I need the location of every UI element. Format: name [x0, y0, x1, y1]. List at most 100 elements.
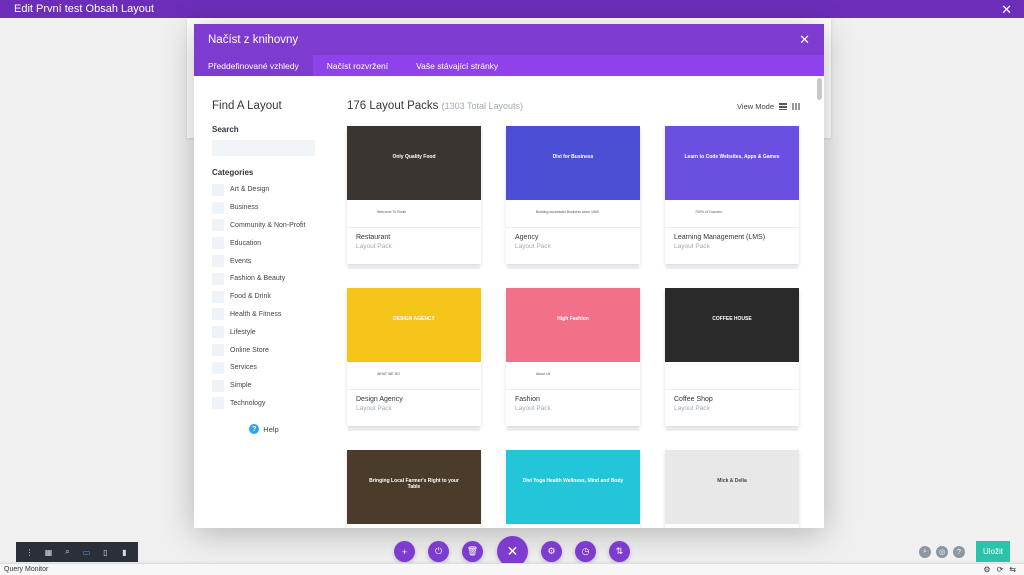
query-monitor-label[interactable]: Query Monitor	[4, 566, 48, 573]
thumbnail-subtext: WHAT WE DO	[377, 372, 400, 376]
zoom-icon[interactable]: ⌕	[61, 545, 75, 559]
swap-icon[interactable]: ⇆	[1009, 565, 1016, 574]
trash-icon[interactable]: 🗑	[462, 541, 483, 562]
layout-card[interactable]: Divi for Business Building successful Bus…	[506, 126, 640, 264]
category-label: Health & Fitness	[230, 310, 282, 318]
save-button[interactable]: Uložit	[976, 541, 1010, 562]
category-art-design[interactable]: Art & Design	[212, 181, 316, 199]
category-business[interactable]: Business	[212, 199, 316, 217]
layout-thumbnail: DESIGN AGENCY	[347, 288, 481, 362]
tablet-icon[interactable]: ▯	[99, 545, 113, 559]
builder-title-bar: Edit První test Obsah Layout ✕	[0, 0, 1024, 18]
thumbnail-headline: Bringing Local Farmer's Right to your Ta…	[369, 478, 459, 490]
layout-card[interactable]: DESIGN AGENCY WHAT WE DO Design Agency Layo…	[347, 288, 481, 426]
category-checkbox[interactable]	[212, 290, 224, 303]
layout-type: Layout Pack	[515, 405, 551, 412]
layout-card[interactable]: COFFEE HOUSE Coffee Shop Layout Pack	[665, 288, 799, 426]
category-events[interactable]: Events	[212, 252, 316, 270]
layout-thumbnail: Divi Yoga Health Wellness, Mind and Body	[506, 450, 640, 524]
category-label: Fashion & Beauty	[230, 275, 286, 283]
layout-name: Coffee Shop	[674, 396, 713, 403]
close-builder-icon[interactable]: ✕	[1001, 2, 1012, 18]
category-fashion-beauty[interactable]: Fashion & Beauty	[212, 270, 316, 288]
categories-label: Categories	[212, 168, 254, 177]
thumbnail-headline: Learn to Code Websites, Apps & Games	[684, 154, 780, 160]
question-icon[interactable]: ?	[953, 546, 965, 558]
more-icon[interactable]: ⋮	[23, 545, 37, 559]
portability-icon[interactable]: ⇅	[609, 541, 630, 562]
thumbnail-headline: High Fashion	[557, 316, 589, 322]
layout-thumbnail: Only Quality Food	[347, 126, 481, 200]
desktop-icon[interactable]: ▭	[80, 545, 94, 559]
search-icon[interactable]: ⌕	[919, 546, 931, 558]
tab-existing-pages[interactable]: Vaše stávající stránky	[402, 55, 512, 76]
thumbnail-subtext: Building successful Business since 1960	[536, 210, 599, 214]
category-label: Community & Non-Profit	[230, 221, 306, 229]
category-checkbox[interactable]	[212, 183, 224, 196]
wireframe-icon[interactable]: ▦	[42, 545, 56, 559]
category-checkbox[interactable]	[212, 397, 224, 410]
modal-scrollbar[interactable]	[817, 78, 822, 100]
category-label: Technology	[230, 399, 266, 407]
category-education[interactable]: Education	[212, 234, 316, 252]
gear-icon[interactable]: ⚙	[983, 565, 990, 574]
phone-icon[interactable]: ▮	[118, 545, 132, 559]
category-checkbox[interactable]	[212, 219, 224, 232]
category-services[interactable]: Services	[212, 359, 316, 377]
category-checkbox[interactable]	[212, 379, 224, 392]
library-modal: Načíst z knihovny ✕ Předdefinované vzhle…	[194, 24, 824, 528]
layout-card[interactable]: Divi Yoga Health Wellness, Mind and Body	[506, 450, 640, 528]
layout-type: Layout Pack	[356, 243, 392, 250]
list-view-icon[interactable]	[779, 103, 787, 110]
category-checkbox[interactable]	[212, 344, 224, 357]
category-checkbox[interactable]	[212, 272, 224, 285]
layout-packs-panel: 176 Layout Packs (1303 Total Layouts) Vi…	[347, 76, 812, 528]
category-checkbox[interactable]	[212, 326, 224, 339]
layout-name: Restaurant	[356, 234, 391, 241]
power-icon[interactable]: ⏻	[428, 541, 449, 562]
modal-close-icon[interactable]: ✕	[799, 32, 810, 48]
tab-load-layout[interactable]: Načíst rozvržení	[313, 55, 402, 76]
add-icon[interactable]: +	[394, 541, 415, 562]
category-health-fitness[interactable]: Health & Fitness	[212, 306, 316, 324]
view-mode-label: View Mode	[737, 102, 774, 111]
layout-type: Layout Pack	[356, 405, 392, 412]
thumbnail-lower-section: Welcome To Ronik	[347, 200, 481, 228]
settings-icon[interactable]: ⚙	[541, 541, 562, 562]
layout-name: Learning Management (LMS)	[674, 234, 766, 241]
category-simple[interactable]: Simple	[212, 377, 316, 395]
thumbnail-lower-section: WHAT WE DO	[347, 362, 481, 390]
layers-icon[interactable]: ◎	[936, 546, 948, 558]
layout-card[interactable]: Mick & Della	[665, 450, 799, 528]
grid-view-icon[interactable]	[792, 103, 800, 110]
thumbnail-lower-section	[506, 524, 640, 528]
category-checkbox[interactable]	[212, 255, 224, 268]
refresh-icon[interactable]: ⟳	[997, 565, 1004, 574]
search-label: Search	[212, 125, 239, 134]
category-label: Simple	[230, 382, 252, 390]
category-checkbox[interactable]	[212, 308, 224, 321]
thumbnail-lower-section: Building successful Business since 1960	[506, 200, 640, 228]
thumbnail-headline: Divi Yoga Health Wellness, Mind and Body	[522, 478, 624, 484]
search-input[interactable]	[212, 140, 315, 156]
category-label: Business	[230, 204, 259, 212]
thumbnail-subtext: Welcome To Ronik	[377, 210, 407, 214]
layout-card[interactable]: Bringing Local Farmer's Right to your Ta…	[347, 450, 481, 528]
layout-card[interactable]: Only Quality Food Welcome To Ronik Restaur…	[347, 126, 481, 264]
category-checkbox[interactable]	[212, 201, 224, 214]
category-online-store[interactable]: Online Store	[212, 341, 316, 359]
category-food-drink[interactable]: Food & Drink	[212, 288, 316, 306]
history-icon[interactable]: ◷	[575, 541, 596, 562]
category-community[interactable]: Community & Non-Profit	[212, 217, 316, 235]
category-technology[interactable]: Technology	[212, 395, 316, 413]
tab-predefined-layouts[interactable]: Předdefinované vzhledy	[194, 55, 313, 76]
category-checkbox[interactable]	[212, 361, 224, 374]
help-link[interactable]: ? Help	[212, 424, 316, 435]
layout-thumbnail: Learn to Code Websites, Apps & Games	[665, 126, 799, 200]
layout-thumbnail: High Fashion	[506, 288, 640, 362]
modal-header: Načíst z knihovny ✕	[194, 24, 824, 55]
category-lifestyle[interactable]: Lifestyle	[212, 323, 316, 341]
layout-card[interactable]: Learn to Code Websites, Apps & Games 700%…	[665, 126, 799, 264]
category-checkbox[interactable]	[212, 237, 224, 250]
layout-card[interactable]: High Fashion About Us Fashion Layout Pack	[506, 288, 640, 426]
